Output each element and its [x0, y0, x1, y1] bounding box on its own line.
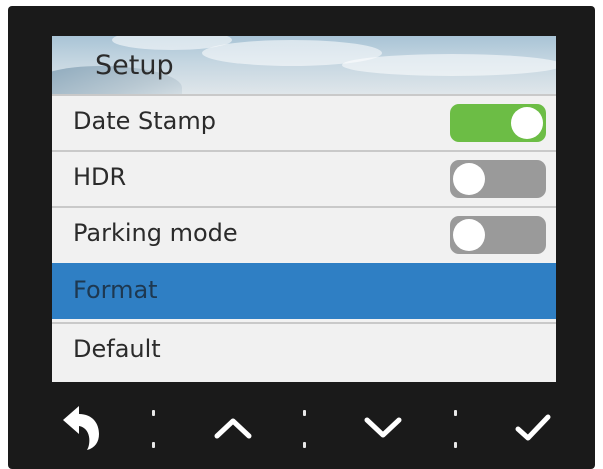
menu-item-parking-mode[interactable]: Parking mode	[52, 206, 556, 262]
hdr-toggle[interactable]	[450, 160, 546, 198]
hardware-button-row	[8, 390, 595, 469]
dashcam-display: Setup Date Stamp HDR Parking mode Format…	[8, 6, 595, 469]
back-button[interactable]	[46, 400, 116, 456]
parking-mode-toggle[interactable]	[450, 216, 546, 254]
menu-header: Setup	[52, 36, 556, 94]
checkmark-icon	[515, 414, 551, 441]
chevron-down-icon	[364, 417, 402, 438]
menu-item-label: HDR	[73, 163, 127, 191]
button-separator	[454, 410, 457, 416]
menu-item-label: Default	[73, 335, 161, 363]
up-button[interactable]	[198, 400, 268, 456]
menu-item-format[interactable]: Format	[52, 263, 556, 319]
toggle-knob	[511, 107, 543, 139]
setup-screen: Setup Date Stamp HDR Parking mode Format…	[52, 36, 556, 382]
toggle-knob	[453, 219, 485, 251]
menu-item-date-stamp[interactable]: Date Stamp	[52, 94, 556, 150]
button-separator	[152, 410, 155, 416]
date-stamp-toggle[interactable]	[450, 104, 546, 142]
header-cloud	[342, 54, 556, 76]
menu-item-label: Format	[73, 276, 158, 304]
toggle-knob	[453, 163, 485, 195]
back-arrow-icon	[63, 406, 99, 450]
down-button[interactable]	[348, 400, 418, 456]
button-separator	[303, 410, 306, 416]
button-separator	[303, 442, 306, 448]
button-separator	[152, 442, 155, 448]
menu-item-label: Date Stamp	[73, 107, 216, 135]
menu-item-label: Parking mode	[73, 219, 238, 247]
chevron-up-icon	[214, 418, 252, 439]
confirm-button[interactable]	[498, 400, 568, 456]
menu-item-hdr[interactable]: HDR	[52, 150, 556, 206]
menu-item-default[interactable]: Default	[52, 322, 556, 382]
page-title: Setup	[95, 50, 174, 81]
button-separator	[454, 442, 457, 448]
